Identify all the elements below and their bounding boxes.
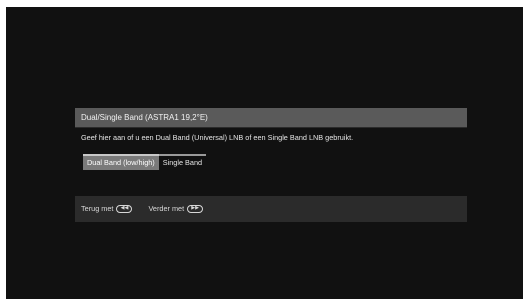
dual-single-band-dialog: Dual/Single Band (ASTRA1 19,2°E) Geef hi… [75, 108, 467, 222]
option-dual-band[interactable]: Dual Band (low/high) [83, 154, 159, 170]
dialog-message: Geef hier aan of u een Dual Band (Univer… [81, 133, 354, 142]
forward-label: Verder met [148, 204, 185, 213]
option-single-band[interactable]: Single Band [158, 154, 207, 170]
back-label: Terug met [81, 204, 114, 213]
dialog-body: Geef hier aan of u een Dual Band (Univer… [75, 128, 467, 196]
forward-hint[interactable]: Verder met ▶▶ [148, 204, 204, 213]
dialog-footer: Terug met ◀◀ Verder met ▶▶ [81, 204, 219, 213]
dialog-title: Dual/Single Band (ASTRA1 19,2°E) [75, 108, 467, 127]
fast-forward-key-icon: ▶▶ [187, 204, 204, 213]
rewind-key-icon: ◀◀ [116, 204, 133, 213]
tv-screen: Dual/Single Band (ASTRA1 19,2°E) Geef hi… [6, 7, 523, 299]
back-hint[interactable]: Terug met ◀◀ [81, 204, 133, 213]
lnb-options: Dual Band (low/high) Single Band [83, 154, 207, 172]
